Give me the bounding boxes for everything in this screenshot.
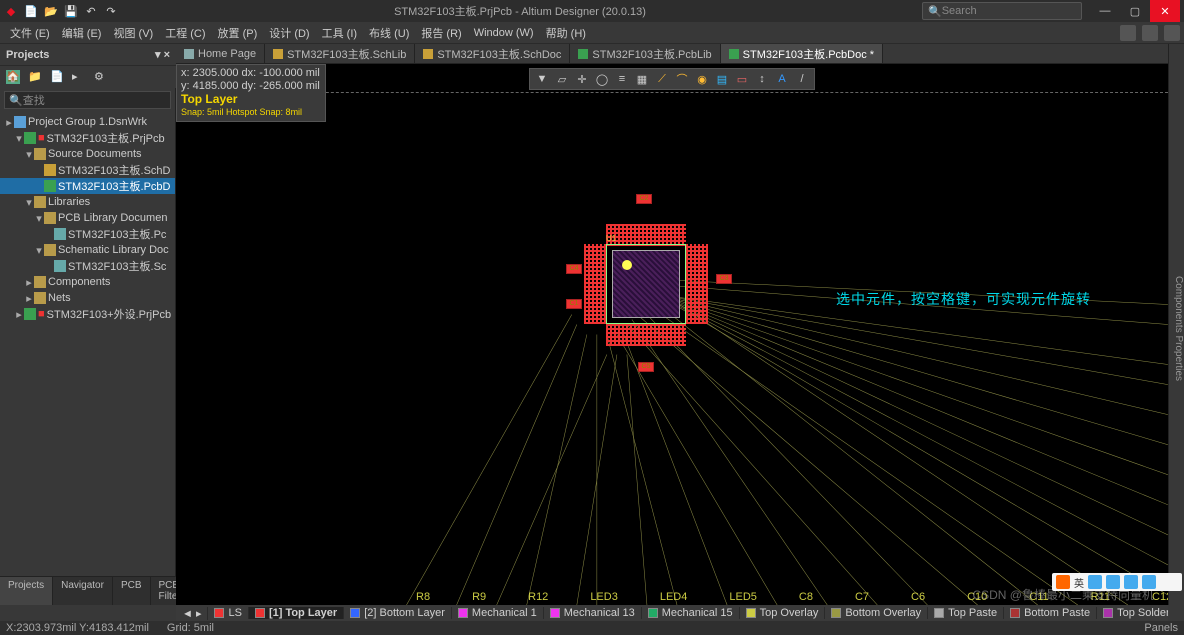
- annotation-text: 选中元件，按空格键，可实现元件旋转: [836, 289, 1091, 309]
- label-u1: U1: [606, 234, 616, 243]
- doc-tab[interactable]: STM32F103主板.PcbDoc *: [721, 44, 883, 63]
- tree-item[interactable]: STM32F103主板.Sc: [0, 258, 175, 274]
- gear-icon[interactable]: ⚙: [94, 70, 108, 84]
- cap-c5[interactable]: C5: [638, 362, 654, 372]
- folder-icon[interactable]: 📁: [28, 70, 42, 84]
- right-panel-tabs[interactable]: Components Properties: [1168, 44, 1184, 605]
- tree-item[interactable]: ▸■STM32F103+外设.PrjPcb: [0, 306, 175, 322]
- rect-icon[interactable]: ▭: [732, 69, 752, 89]
- cloud-icon[interactable]: [1142, 25, 1158, 41]
- search-input[interactable]: 🔍 Search: [922, 2, 1082, 20]
- menu-item[interactable]: 文件 (E): [4, 25, 56, 41]
- minimize-button[interactable]: —: [1090, 0, 1120, 22]
- menu-item[interactable]: Window (W): [468, 27, 540, 39]
- menu-item[interactable]: 布线 (U): [363, 25, 415, 41]
- cap-c1[interactable]: C1: [566, 299, 582, 309]
- ime-bar[interactable]: 英: [1052, 573, 1182, 591]
- layer-tab[interactable]: Mechanical 1: [452, 607, 544, 619]
- status-grid: Grid: 5mil: [167, 622, 214, 634]
- dim-icon[interactable]: ↕: [752, 69, 772, 89]
- settings-icon[interactable]: [1164, 25, 1180, 41]
- status-coord: X:2303.973mil Y:4183.412mil: [6, 622, 149, 634]
- layer-tab[interactable]: Mechanical 13: [544, 607, 642, 619]
- menu-item[interactable]: 工程 (C): [159, 25, 211, 41]
- layer-tab[interactable]: Top Paste: [928, 607, 1004, 619]
- window-title: STM32F103主板.PrjPcb - Altium Designer (20…: [118, 3, 922, 19]
- pcb-toolbar: ▼ ▱ ✛ ◯ ≡ ▦ ⟋ ⌒ ◉ ▤ ▭ ↕ A /: [529, 68, 815, 90]
- compile-icon[interactable]: ▸: [72, 70, 86, 84]
- via-icon[interactable]: ◯: [592, 69, 612, 89]
- project-search[interactable]: 🔍 查找: [4, 91, 171, 109]
- layer-tab[interactable]: [1] Top Layer: [249, 607, 344, 619]
- doc-tab[interactable]: STM32F103主板.SchLib: [265, 44, 415, 63]
- tree-item[interactable]: ▾■STM32F103主板.PrjPcb: [0, 130, 175, 146]
- menu-item[interactable]: 工具 (I): [316, 25, 363, 41]
- text-icon[interactable]: A: [772, 69, 792, 89]
- cap-c3[interactable]: C3: [716, 274, 732, 284]
- share-icon[interactable]: [1120, 25, 1136, 41]
- pcb-component-u1[interactable]: C2 C3 C4 C1 C5 U1: [556, 214, 736, 394]
- route-icon[interactable]: ▦: [632, 69, 652, 89]
- layer-tab[interactable]: Top Overlay: [740, 607, 826, 619]
- pad-icon[interactable]: ◉: [692, 69, 712, 89]
- layer-tab[interactable]: Bottom Paste: [1004, 607, 1097, 619]
- tree-item[interactable]: ▾Schematic Library Doc: [0, 242, 175, 258]
- cap-c4[interactable]: C4: [566, 264, 582, 274]
- layer-tab[interactable]: LS: [208, 607, 248, 619]
- align-icon[interactable]: ≡: [612, 69, 632, 89]
- doc-tab[interactable]: STM32F103主板.PcbLib: [570, 44, 720, 63]
- layer-tab[interactable]: Top Solder: [1097, 607, 1168, 619]
- new-icon[interactable]: 📄: [24, 4, 38, 18]
- coordinate-display: x: 2305.000 dx: -100.000 mil y: 4185.000…: [176, 64, 326, 122]
- menu-item[interactable]: 设计 (D): [263, 25, 315, 41]
- panel-pin-icon[interactable]: ×: [164, 49, 170, 61]
- tree-item[interactable]: ▾Libraries: [0, 194, 175, 210]
- tree-item[interactable]: STM32F103主板.SchD: [0, 162, 175, 178]
- redo-icon[interactable]: ↷: [104, 4, 118, 18]
- layer-tab[interactable]: Bottom Overlay: [825, 607, 928, 619]
- bottom-tab[interactable]: PCB: [113, 577, 151, 605]
- tree-item[interactable]: ▸Components: [0, 274, 175, 290]
- doc-icon[interactable]: 📄: [50, 70, 64, 84]
- interactive-icon[interactable]: ⟋: [652, 69, 672, 89]
- doc-tab[interactable]: STM32F103主板.SchDoc: [415, 44, 570, 63]
- open-icon[interactable]: 📂: [44, 4, 58, 18]
- app-icon: ◆: [4, 4, 18, 18]
- menu-item[interactable]: 放置 (P): [212, 25, 264, 41]
- move-icon[interactable]: ✛: [572, 69, 592, 89]
- tree-item[interactable]: ▾Source Documents: [0, 146, 175, 162]
- home-icon[interactable]: 🏠: [6, 70, 20, 84]
- menu-item[interactable]: 编辑 (E): [56, 25, 108, 41]
- line-icon[interactable]: /: [792, 69, 812, 89]
- poly-icon[interactable]: ▤: [712, 69, 732, 89]
- tree-item[interactable]: STM32F103主板.PcbD: [0, 178, 175, 194]
- bottom-tab[interactable]: Navigator: [53, 577, 113, 605]
- doc-tab[interactable]: Home Page: [176, 44, 265, 63]
- menu-item[interactable]: 帮助 (H): [540, 25, 592, 41]
- tree-item[interactable]: ▸Project Group 1.DsnWrk: [0, 114, 175, 130]
- menu-item[interactable]: 视图 (V): [107, 25, 159, 41]
- undo-icon[interactable]: ↶: [84, 4, 98, 18]
- menu-item[interactable]: 报告 (R): [415, 25, 467, 41]
- tree-item[interactable]: ▸Nets: [0, 290, 175, 306]
- projects-title: Projects: [6, 49, 49, 61]
- cap-c2[interactable]: C2: [636, 194, 652, 204]
- tree-item[interactable]: ▾PCB Library Documen: [0, 210, 175, 226]
- track-icon[interactable]: ⌒: [672, 69, 692, 89]
- bottom-tab[interactable]: Projects: [0, 577, 53, 605]
- panel-menu-icon[interactable]: ▾: [155, 48, 161, 61]
- save-icon[interactable]: 💾: [64, 4, 78, 18]
- panels-button[interactable]: Panels: [1144, 622, 1178, 634]
- select-icon[interactable]: ▱: [552, 69, 572, 89]
- layer-tab[interactable]: [2] Bottom Layer: [344, 607, 452, 619]
- filter-icon[interactable]: ▼: [532, 69, 552, 89]
- maximize-button[interactable]: ▢: [1120, 0, 1150, 22]
- close-button[interactable]: ✕: [1150, 0, 1180, 22]
- layer-tab[interactable]: Mechanical 15: [642, 607, 740, 619]
- tree-item[interactable]: STM32F103主板.Pc: [0, 226, 175, 242]
